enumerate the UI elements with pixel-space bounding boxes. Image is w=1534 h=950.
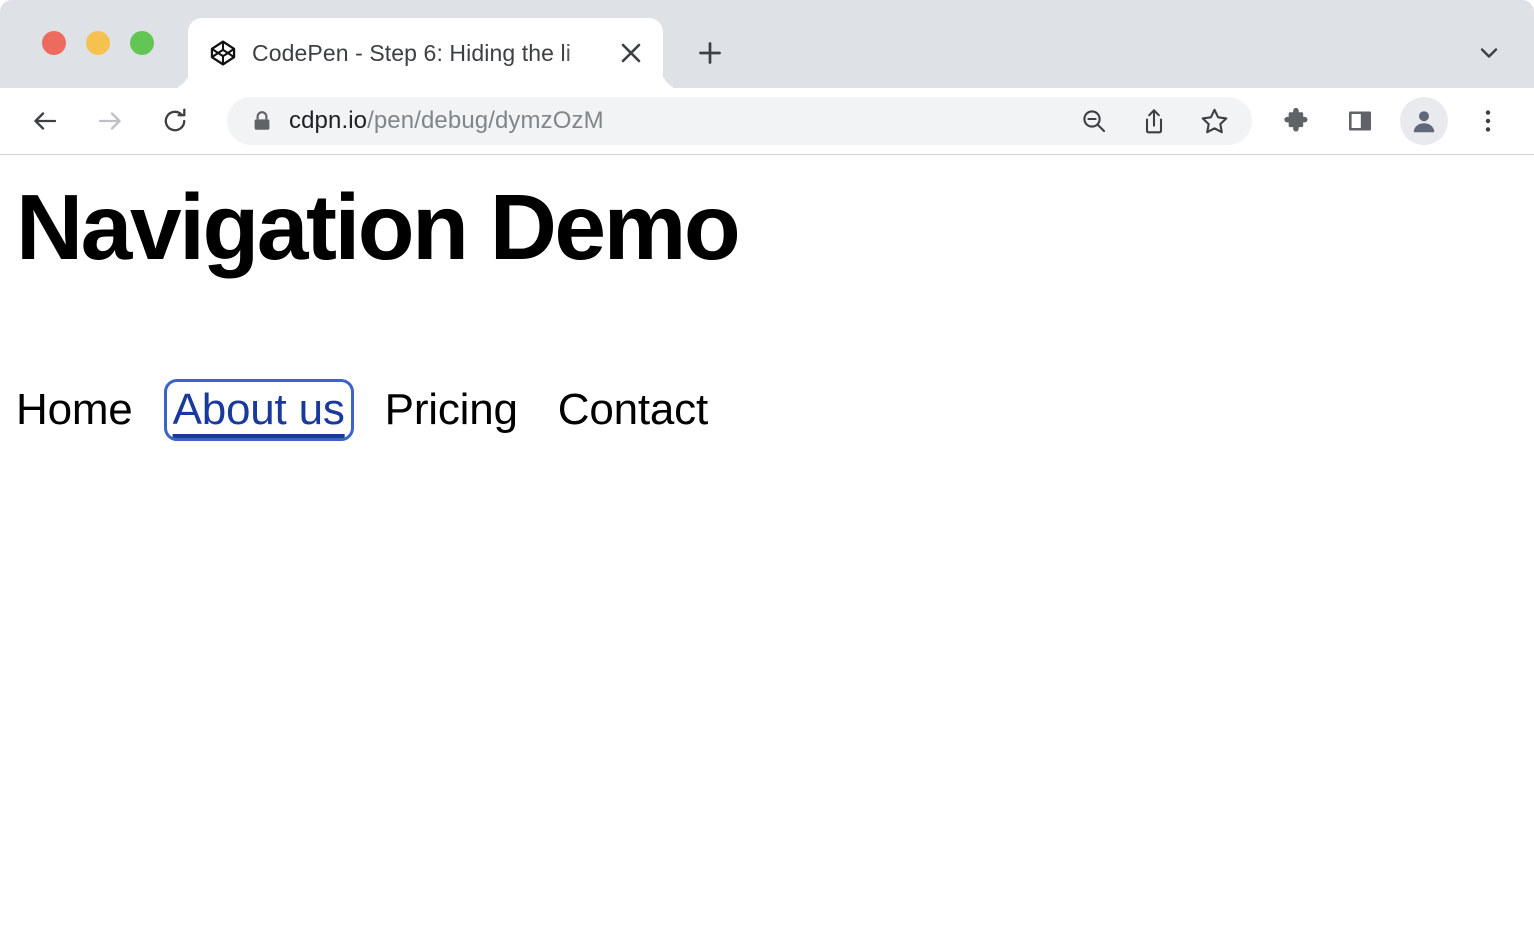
close-icon [620, 42, 642, 64]
tab-strip: CodePen - Step 6: Hiding the li [0, 0, 1534, 88]
plus-icon [697, 40, 723, 66]
browser-toolbar: cdpn.io/pen/debug/dymzOzM [0, 88, 1534, 155]
chevron-down-icon [1478, 42, 1500, 64]
bookmark-button[interactable] [1191, 98, 1237, 144]
forward-button [86, 97, 134, 145]
nav-spacer [133, 410, 173, 411]
address-bar[interactable]: cdpn.io/pen/debug/dymzOzM [227, 97, 1252, 145]
extensions-button[interactable] [1272, 97, 1320, 145]
url-path: /pen/debug/dymzOzM [367, 107, 604, 134]
browser-tab-active[interactable]: CodePen - Step 6: Hiding the li [188, 18, 663, 88]
address-bar-url: cdpn.io/pen/debug/dymzOzM [289, 107, 1064, 135]
nav-link-pricing[interactable]: Pricing [385, 388, 518, 432]
lock-icon [251, 110, 273, 132]
maximize-window-button[interactable] [130, 31, 154, 55]
profile-avatar[interactable] [1400, 97, 1448, 145]
back-arrow-icon [30, 106, 60, 136]
zoom-out-icon [1080, 107, 1108, 135]
nav-link-home[interactable]: Home [16, 388, 133, 432]
nav-spacer [345, 410, 385, 411]
more-menu-button[interactable] [1464, 97, 1512, 145]
address-bar-actions [1064, 98, 1244, 144]
forward-arrow-icon [95, 106, 125, 136]
site-navigation: Home About us Pricing Contact [16, 388, 708, 432]
back-button[interactable] [21, 97, 69, 145]
page-viewport: Navigation Demo Home About us Pricing Co… [0, 155, 1534, 950]
browser-window: CodePen - Step 6: Hiding the li [0, 0, 1534, 950]
window-controls [42, 31, 154, 55]
close-window-button[interactable] [42, 31, 66, 55]
reload-button[interactable] [151, 97, 199, 145]
codepen-logo-icon [210, 40, 236, 66]
side-panel-icon [1345, 106, 1375, 136]
extensions-icon [1281, 106, 1311, 136]
page-title: Navigation Demo [16, 179, 738, 277]
reload-icon [160, 106, 190, 136]
nav-spacer [518, 410, 558, 411]
minimize-window-button[interactable] [86, 31, 110, 55]
share-button[interactable] [1131, 98, 1177, 144]
share-icon [1140, 107, 1168, 135]
bookmark-icon [1200, 107, 1229, 136]
page-content: Navigation Demo Home About us Pricing Co… [0, 155, 1534, 950]
zoom-out-button[interactable] [1071, 98, 1117, 144]
tab-title: CodePen - Step 6: Hiding the li [252, 40, 571, 67]
nav-link-contact[interactable]: Contact [558, 388, 708, 432]
more-menu-icon [1475, 108, 1501, 134]
tab-close-button[interactable] [609, 31, 653, 75]
side-panel-button[interactable] [1336, 97, 1384, 145]
new-tab-button[interactable] [684, 30, 736, 76]
nav-link-about-us[interactable]: About us [173, 388, 345, 432]
url-host: cdpn.io [289, 107, 367, 134]
person-icon [1410, 107, 1438, 135]
tab-title-container: CodePen - Step 6: Hiding the li [252, 36, 609, 70]
toolbar-right-actions [1264, 97, 1534, 145]
tab-search-button[interactable] [1466, 30, 1512, 76]
